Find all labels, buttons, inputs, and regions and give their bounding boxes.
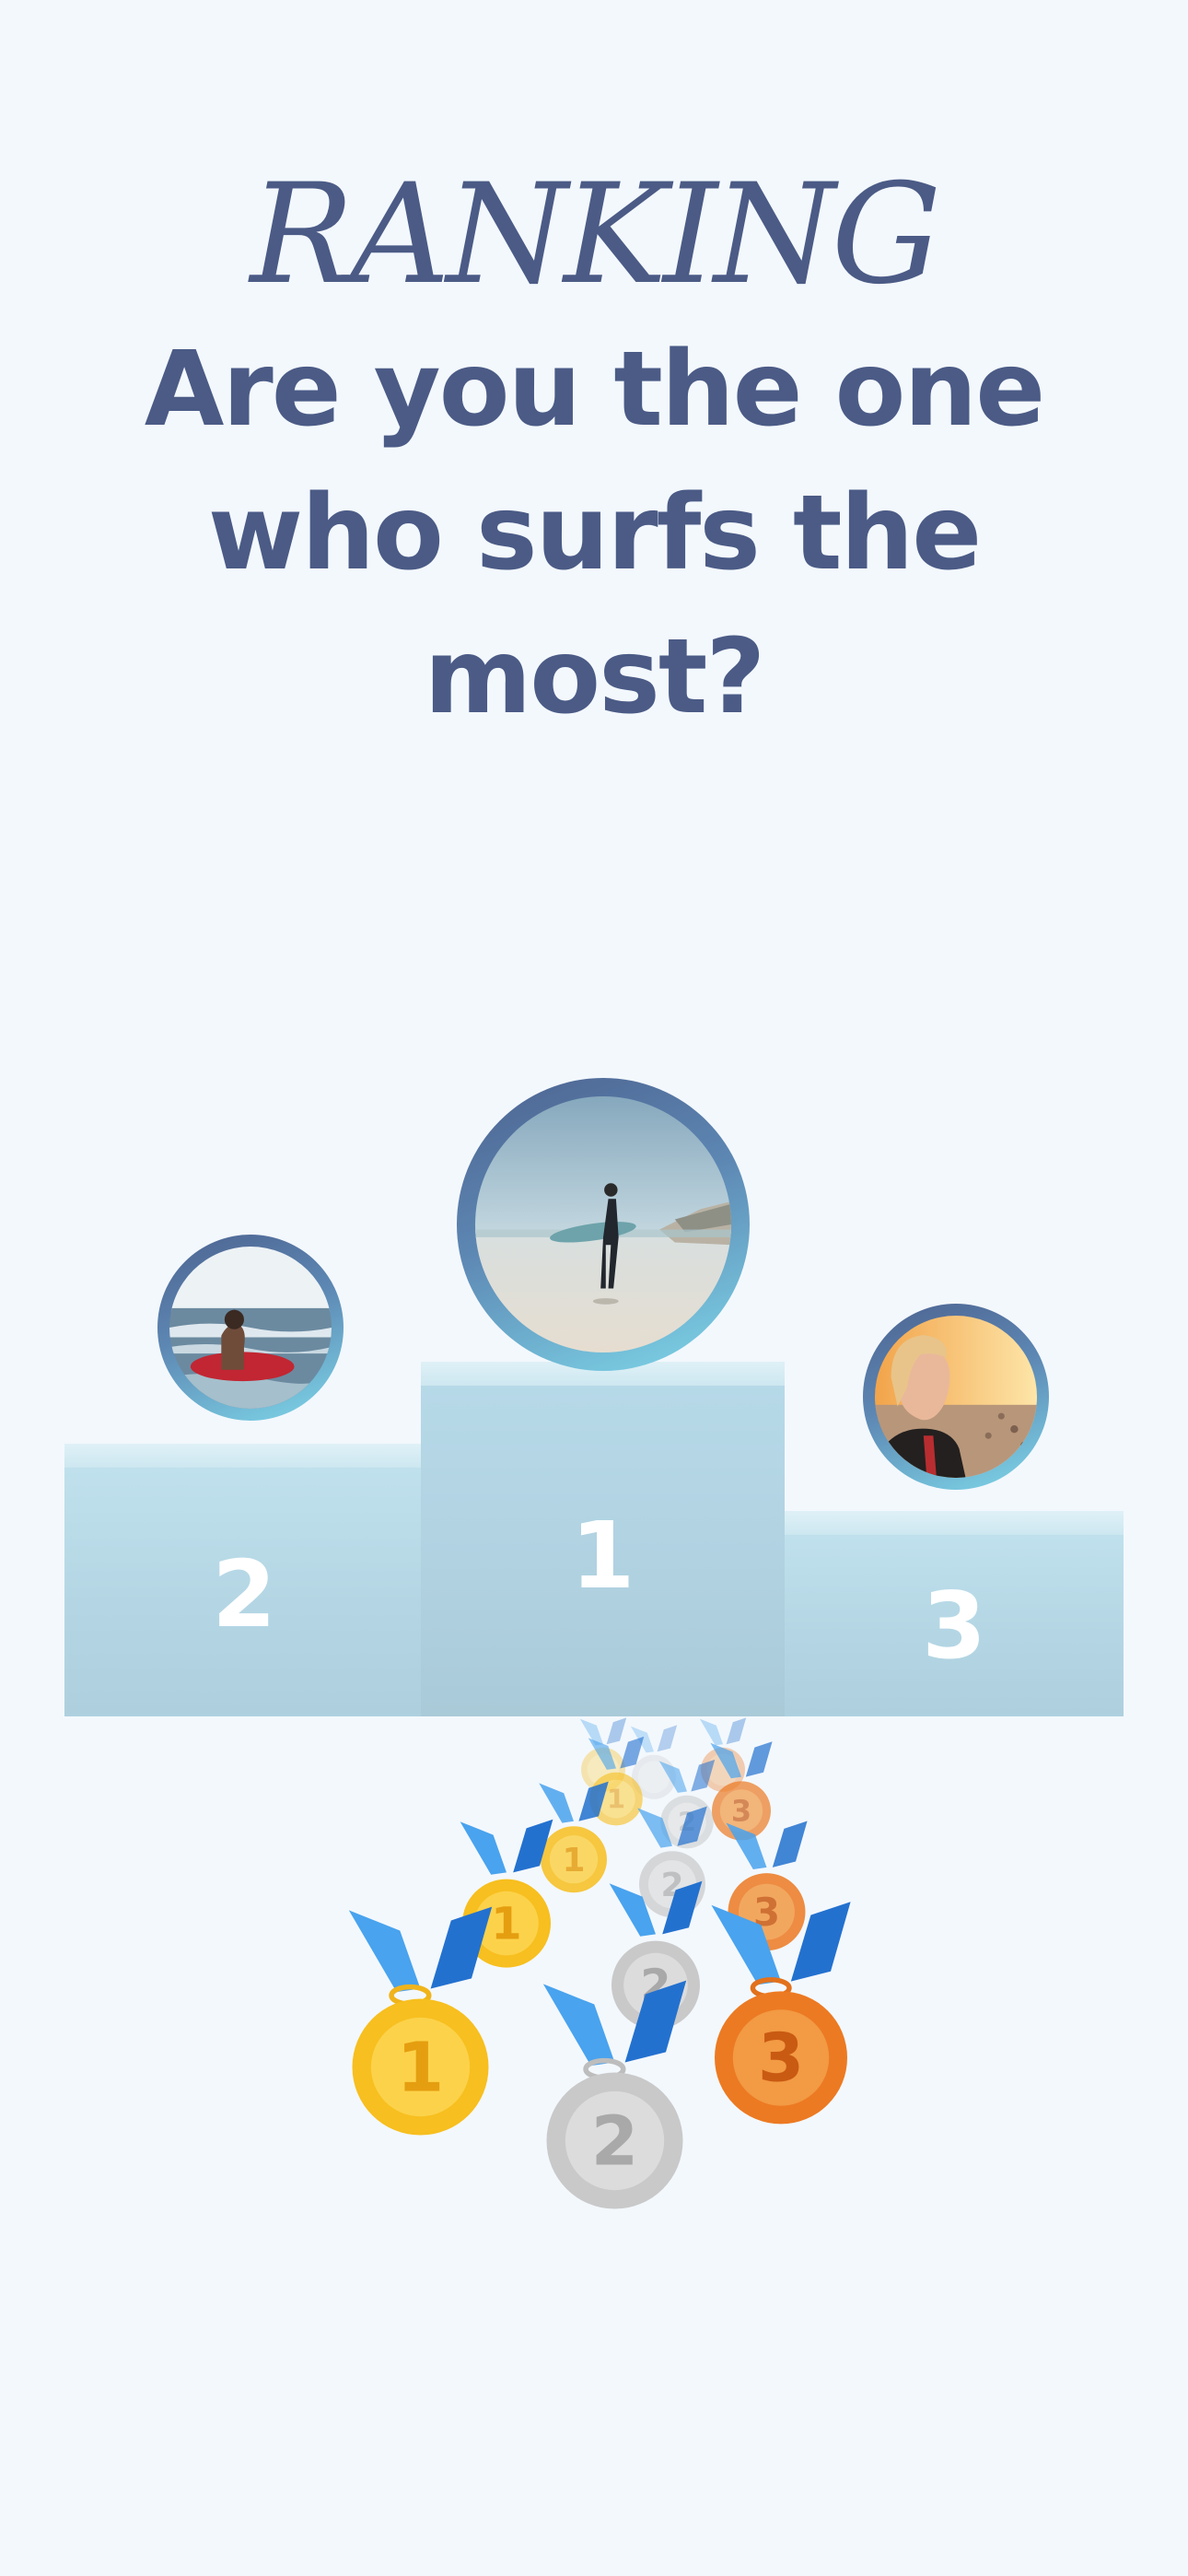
second-place-photo (169, 1247, 332, 1409)
podium-third-top (785, 1511, 1124, 1535)
third-place-avatar[interactable] (863, 1304, 1049, 1490)
first-place-photo (475, 1096, 731, 1352)
second-place-avatar[interactable] (157, 1235, 344, 1421)
podium-second-top (64, 1444, 424, 1468)
bronze-medal-icon: 3 (698, 1895, 864, 2144)
svg-text:1: 1 (562, 1842, 585, 1879)
third-place-photo (875, 1316, 1037, 1478)
first-place-avatar[interactable] (457, 1078, 750, 1371)
surfer-sunset-image (875, 1316, 1037, 1478)
gold-medal-label: 1 (397, 2028, 445, 2107)
podium-rank-label: 1 (570, 1502, 635, 1610)
podium-rank-label: 2 (212, 1540, 276, 1648)
ranking-kicker: RANKING (250, 155, 942, 315)
gold-medal-icon: 1 (335, 1900, 506, 2156)
podium-third-place: 3 (785, 1511, 1124, 1716)
podium-second-place: 2 (64, 1444, 424, 1716)
page-title: Are you the one who surfs the most? (144, 330, 1045, 737)
medals-illustration: 1 2 3 1 (332, 1715, 866, 2213)
bronze-medal-label: 3 (758, 2020, 804, 2097)
podium-rank-label: 3 (922, 1572, 986, 1680)
podium-first-place: 1 (421, 1362, 785, 1716)
surfer-red-board-image (169, 1247, 332, 1409)
silver-medal-label: 2 (591, 2102, 639, 2181)
silver-medal-icon: 2 (530, 1973, 700, 2230)
surfer-standing-image (475, 1096, 731, 1352)
